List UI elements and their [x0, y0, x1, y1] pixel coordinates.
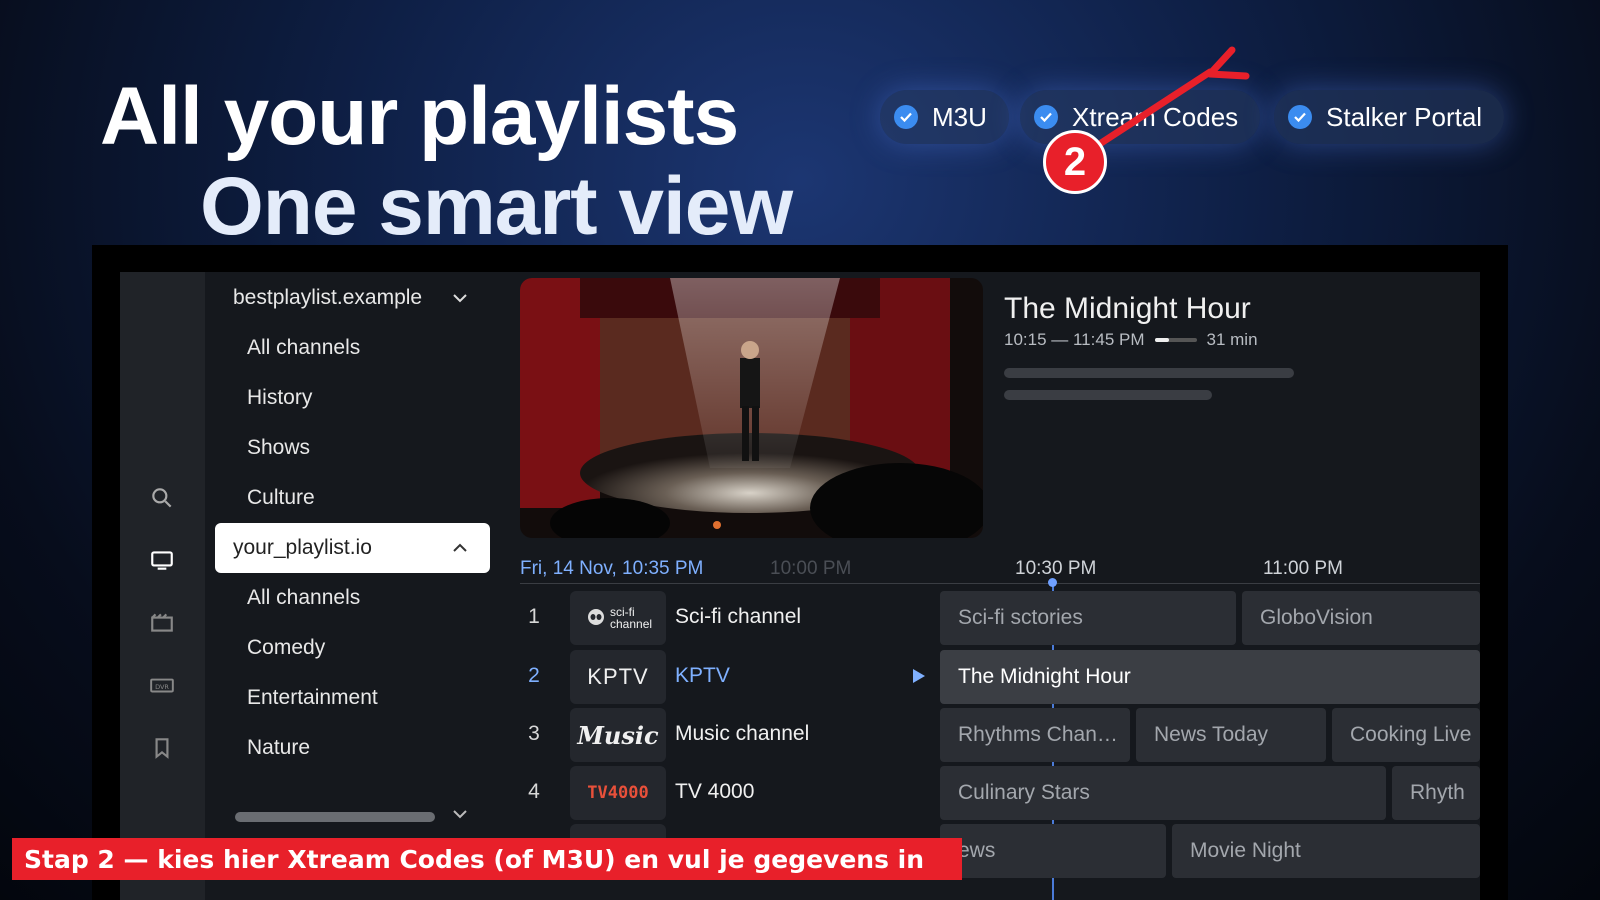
now-playing-meta: 10:15 — 11:45 PM 31 min [1004, 330, 1258, 350]
channel-logo-text: sci-fi channel [610, 605, 653, 631]
menu-item[interactable]: Culture [247, 473, 315, 523]
playlist-header-selected[interactable]: your_playlist.io [215, 523, 490, 573]
channel-name: Sci-fi channel [675, 605, 802, 628]
alien-icon [588, 609, 604, 625]
guide-date: Fri, 14 Nov, 10:35 PM [520, 558, 704, 579]
step-badge: 2 [1043, 130, 1107, 194]
headline-line-2: One smart view [200, 161, 793, 252]
chevron-down-icon [453, 294, 467, 303]
program-cell[interactable]: Movie Night [1172, 824, 1480, 878]
channel-name: KPTV [675, 664, 730, 687]
time-slot: 10:30 PM [1015, 558, 1097, 579]
channel-row[interactable]: 1 sci-fi channel Sci-fi channel Sci-fi s… [520, 591, 1480, 645]
program-cell[interactable]: Rhyth [1392, 766, 1480, 820]
channel-name: Music channel [675, 722, 810, 745]
program-cell[interactable]: Rhythms Chan… [940, 708, 1130, 762]
time-slot: 11:00 PM [1263, 558, 1343, 579]
program-cell[interactable]: ews [940, 824, 1166, 878]
playlist-name: your_playlist.io [233, 536, 372, 559]
menu-item[interactable]: All channels [247, 323, 360, 373]
time-slot: 10:00 PM [770, 558, 852, 579]
app-screen: DVR bestplaylist.example All channels Hi… [120, 272, 1480, 900]
menu-scrollbar[interactable] [235, 812, 435, 822]
bookmark-icon[interactable] [148, 734, 176, 762]
format-label: M3U [932, 101, 987, 132]
program-progress-fill [1154, 338, 1170, 342]
menu-item[interactable]: History [247, 373, 312, 423]
channel-logo: TV4000 [570, 766, 666, 820]
video-preview[interactable] [520, 278, 983, 538]
channel-number: 1 [528, 605, 540, 628]
program-cell[interactable]: Sci-fi sctories [940, 591, 1236, 645]
channel-row[interactable]: 4 TV4000 TV 4000 Culinary Stars Rhyth [520, 766, 1480, 820]
guide-header: Fri, 14 Nov, 10:35 PM 10:00 PM 10:30 PM … [520, 554, 1480, 584]
check-icon [1288, 105, 1312, 129]
format-pill-stalker-portal[interactable]: Stalker Portal [1274, 90, 1505, 144]
channel-row[interactable]: 3 Music Music channel Rhythms Chan… News… [520, 708, 1480, 762]
description-placeholder [1004, 368, 1294, 378]
description-placeholder [1004, 390, 1212, 400]
menu-item[interactable]: Nature [247, 723, 310, 773]
headline: All your playlists One smart view [100, 71, 793, 252]
format-pill-m3u[interactable]: M3U [880, 90, 1009, 144]
program-progress [1154, 338, 1197, 342]
channel-logo: Music [570, 708, 666, 762]
current-time-dot [1048, 578, 1057, 587]
menu-item[interactable]: All channels [247, 573, 360, 623]
menu-item[interactable]: Entertainment [247, 673, 378, 723]
movie-icon[interactable] [148, 609, 176, 637]
chevron-up-icon [453, 543, 467, 552]
channel-number: 4 [528, 780, 540, 803]
tv-icon[interactable] [148, 546, 176, 574]
chevron-down-icon[interactable] [450, 804, 470, 824]
channel-number: 2 [528, 664, 540, 687]
program-cell[interactable]: Culinary Stars [940, 766, 1386, 820]
play-icon [913, 669, 925, 683]
dvr-icon[interactable]: DVR [148, 671, 176, 699]
playlist-header[interactable]: bestplaylist.example [215, 273, 490, 323]
program-cell[interactable]: Cooking Live [1332, 708, 1480, 762]
check-icon [894, 105, 918, 129]
headline-line-1: All your playlists [100, 71, 739, 162]
check-icon [1034, 105, 1058, 129]
program-cell-now[interactable]: The Midnight Hour [940, 650, 1480, 704]
playlist-menu: bestplaylist.example All channels Histor… [205, 272, 505, 900]
channel-name: TV 4000 [675, 780, 755, 803]
channel-logo: sci-fi channel [570, 591, 666, 645]
now-playing-title: The Midnight Hour [1004, 292, 1251, 325]
channel-row-active[interactable]: 2 KPTV KPTV The Midnight Hour [520, 650, 1480, 704]
menu-item[interactable]: Shows [247, 423, 310, 473]
format-label: Xtream Codes [1072, 101, 1239, 132]
search-icon[interactable] [148, 484, 176, 512]
svg-text:DVR: DVR [155, 683, 169, 691]
program-cell[interactable]: News Today [1136, 708, 1326, 762]
program-cell[interactable]: GloboVision [1242, 591, 1480, 645]
time-range: 10:15 — 11:45 PM [1004, 330, 1145, 349]
channel-number: 3 [528, 722, 540, 745]
format-label: Stalker Portal [1326, 101, 1483, 132]
playlist-name: bestplaylist.example [233, 286, 423, 309]
time-remaining: 31 min [1206, 330, 1258, 349]
nav-rail: DVR [120, 272, 205, 900]
menu-item[interactable]: Comedy [247, 623, 325, 673]
channel-logo: KPTV [570, 650, 666, 704]
instruction-caption: Stap 2 — kies hier Xtream Codes (of M3U)… [12, 838, 962, 880]
